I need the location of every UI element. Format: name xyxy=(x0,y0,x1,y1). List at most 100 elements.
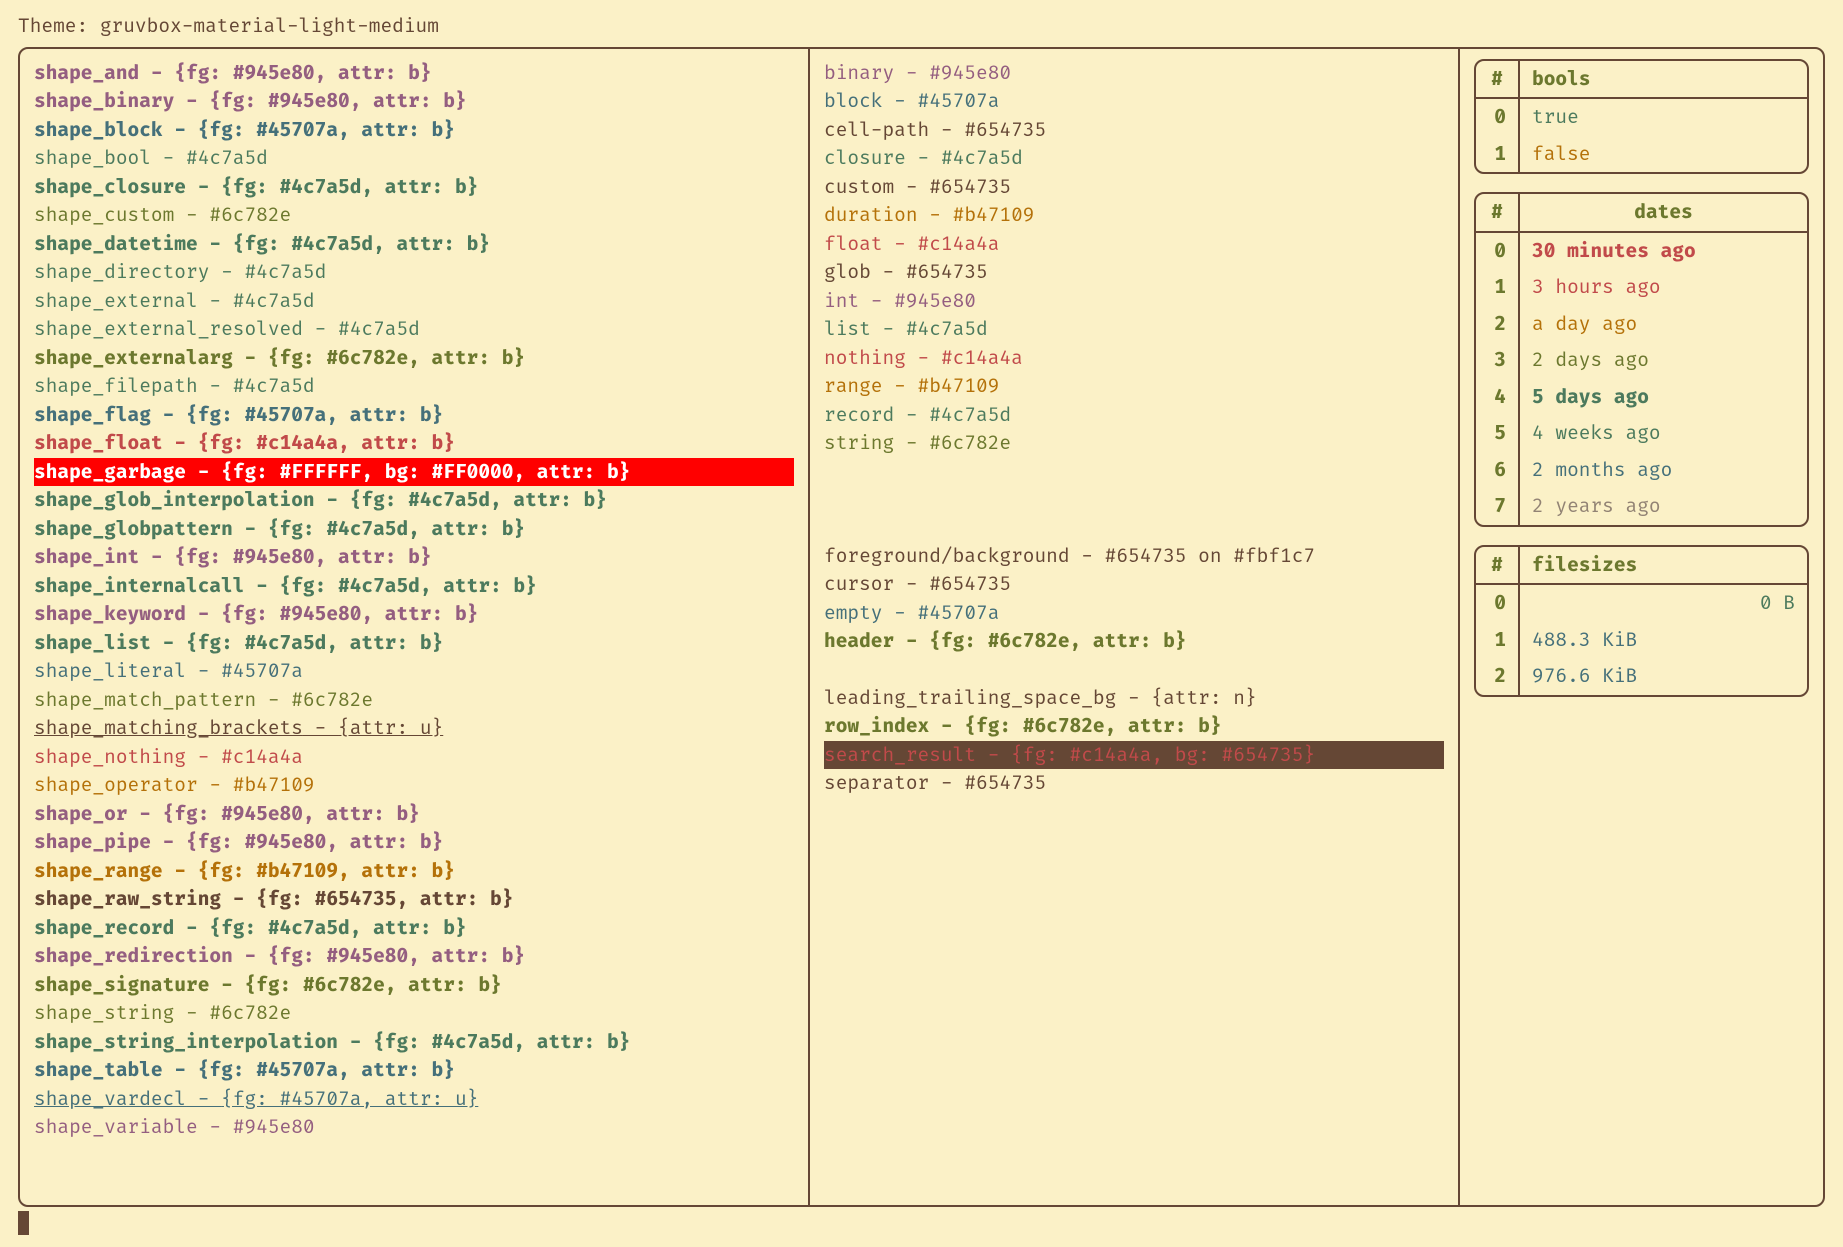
entry-spec: #45707a xyxy=(918,601,1000,625)
entry-name: shape_external_resolved xyxy=(34,317,303,341)
entry-name: shape_glob_interpolation xyxy=(34,488,315,512)
theme-entry: int - #945e80 xyxy=(824,287,1444,316)
dates-table: #dates030 minutes ago13 hours ago2a day … xyxy=(1474,192,1809,527)
row-value: 2 years ago xyxy=(1520,488,1807,525)
entry-sep: - xyxy=(303,716,338,740)
entry-name: shape_int xyxy=(34,545,139,569)
entry-name: shape_nothing xyxy=(34,745,186,769)
row-value: 30 minutes ago xyxy=(1520,233,1807,270)
blank-line xyxy=(824,514,1444,542)
entry-spec: {fg: #654735, attr: b} xyxy=(256,887,513,911)
header-index: # xyxy=(1476,194,1520,231)
theme-entry: shape_garbage - {fg: #FFFFFF, bg: #FF000… xyxy=(34,458,794,487)
table-row: 45 days ago xyxy=(1476,379,1807,416)
row-index: 0 xyxy=(1476,585,1520,622)
entry-name: shape_literal xyxy=(34,659,186,683)
entry-name: cursor xyxy=(824,572,894,596)
entry-name: shape_and xyxy=(34,61,139,85)
entry-sep: - xyxy=(198,289,233,313)
theme-entry: shape_string - #6c782e xyxy=(34,999,794,1028)
theme-entry: shape_globpattern - {fg: #4c7a5d, attr: … xyxy=(34,515,794,544)
entry-sep: - xyxy=(929,714,964,738)
entry-sep: - xyxy=(151,146,186,170)
entry-sep: - xyxy=(198,773,233,797)
header-value: bools xyxy=(1520,61,1807,98)
row-value: 2 days ago xyxy=(1520,342,1807,379)
entry-sep: - xyxy=(894,403,929,427)
entry-name: glob xyxy=(824,260,871,284)
cursor-block xyxy=(18,1211,29,1235)
entry-sep: - xyxy=(198,374,233,398)
entry-name: list xyxy=(824,317,871,341)
entry-sep: - xyxy=(894,629,929,653)
entry-sep: - xyxy=(186,460,221,484)
entry-spec: #6c782e xyxy=(291,688,373,712)
entry-spec: {fg: #945e80, attr: b} xyxy=(174,61,431,85)
table-row: 1false xyxy=(1476,136,1807,173)
theme-entry: separator - #654735 xyxy=(824,769,1444,798)
entry-spec: {fg: #FFFFFF, bg: #FF0000, attr: b} xyxy=(221,460,630,484)
entry-name: shape_redirection xyxy=(34,944,233,968)
theme-entry: shape_matching_brackets - {attr: u} xyxy=(34,714,794,743)
table-header: #bools xyxy=(1476,61,1807,100)
entry-sep: - xyxy=(894,61,929,85)
entry-sep: - xyxy=(1070,544,1105,568)
entry-sep: - xyxy=(139,545,174,569)
entry-spec: #b47109 xyxy=(953,203,1035,227)
entry-spec: {fg: #4c7a5d, attr: b} xyxy=(221,175,478,199)
entry-name: search_result xyxy=(824,743,976,767)
entry-spec: {fg: #945e80, attr: b} xyxy=(163,802,420,826)
entry-spec: {fg: #b47109, attr: b} xyxy=(198,859,455,883)
row-value: true xyxy=(1520,99,1807,136)
entry-sep: - xyxy=(174,203,209,227)
theme-entry: closure - #4c7a5d xyxy=(824,144,1444,173)
entry-spec: #4c7a5d xyxy=(941,146,1023,170)
entry-name: shape_filepath xyxy=(34,374,198,398)
theme-entry: shape_bool - #4c7a5d xyxy=(34,144,794,173)
blank-line xyxy=(824,458,1444,486)
entry-sep: - xyxy=(221,887,256,911)
entry-name: shape_block xyxy=(34,118,163,142)
entry-sep: - xyxy=(894,431,929,455)
entry-spec: #945e80 xyxy=(233,1115,315,1139)
theme-entry: shape_glob_interpolation - {fg: #4c7a5d,… xyxy=(34,486,794,515)
theme-entry: shape_redirection - {fg: #945e80, attr: … xyxy=(34,942,794,971)
entry-name: header xyxy=(824,629,894,653)
entry-spec: #654735 xyxy=(929,572,1011,596)
entry-sep: - xyxy=(163,431,198,455)
shapes-column: shape_and - {fg: #945e80, attr: b}shape_… xyxy=(20,49,810,1205)
theme-entry: shape_filepath - #4c7a5d xyxy=(34,372,794,401)
entry-spec: {fg: #4c7a5d, attr: b} xyxy=(209,916,466,940)
entry-sep: - xyxy=(976,743,1011,767)
row-index: 7 xyxy=(1476,488,1520,525)
theme-entry: duration - #b47109 xyxy=(824,201,1444,230)
entry-name: shape_internalcall xyxy=(34,574,244,598)
entry-spec: {fg: #945e80, attr: b} xyxy=(174,545,431,569)
theme-entry: nothing - #c14a4a xyxy=(824,344,1444,373)
row-index: 1 xyxy=(1476,269,1520,306)
table-header: #dates xyxy=(1476,194,1807,233)
entry-sep: - xyxy=(139,61,174,85)
entry-name: duration xyxy=(824,203,918,227)
entry-spec: #945e80 xyxy=(929,61,1011,85)
row-index: 0 xyxy=(1476,99,1520,136)
table-row: 13 hours ago xyxy=(1476,269,1807,306)
entry-sep: - xyxy=(929,771,964,795)
main-panel: shape_and - {fg: #945e80, attr: b}shape_… xyxy=(18,47,1825,1207)
entry-spec: #c14a4a xyxy=(221,745,303,769)
theme-entry: custom - #654735 xyxy=(824,173,1444,202)
theme-name: gruvbox-material-light-medium xyxy=(100,14,439,38)
theme-entry: shape_float - {fg: #c14a4a, attr: b} xyxy=(34,429,794,458)
entry-spec: #4c7a5d xyxy=(338,317,420,341)
entry-spec: {fg: #4c7a5d, attr: b} xyxy=(233,232,490,256)
entry-sep: - xyxy=(151,403,186,427)
entry-name: shape_datetime xyxy=(34,232,198,256)
entry-sep: - xyxy=(186,659,221,683)
entry-spec: #654735 on #fbf1c7 xyxy=(1105,544,1315,568)
entry-sep: - xyxy=(918,203,953,227)
entry-name: shape_matching_brackets xyxy=(34,716,303,740)
table-row: 62 months ago xyxy=(1476,452,1807,489)
theme-entry: shape_closure - {fg: #4c7a5d, attr: b} xyxy=(34,173,794,202)
entry-name: shape_globpattern xyxy=(34,517,233,541)
theme-entry: shape_pipe - {fg: #945e80, attr: b} xyxy=(34,828,794,857)
